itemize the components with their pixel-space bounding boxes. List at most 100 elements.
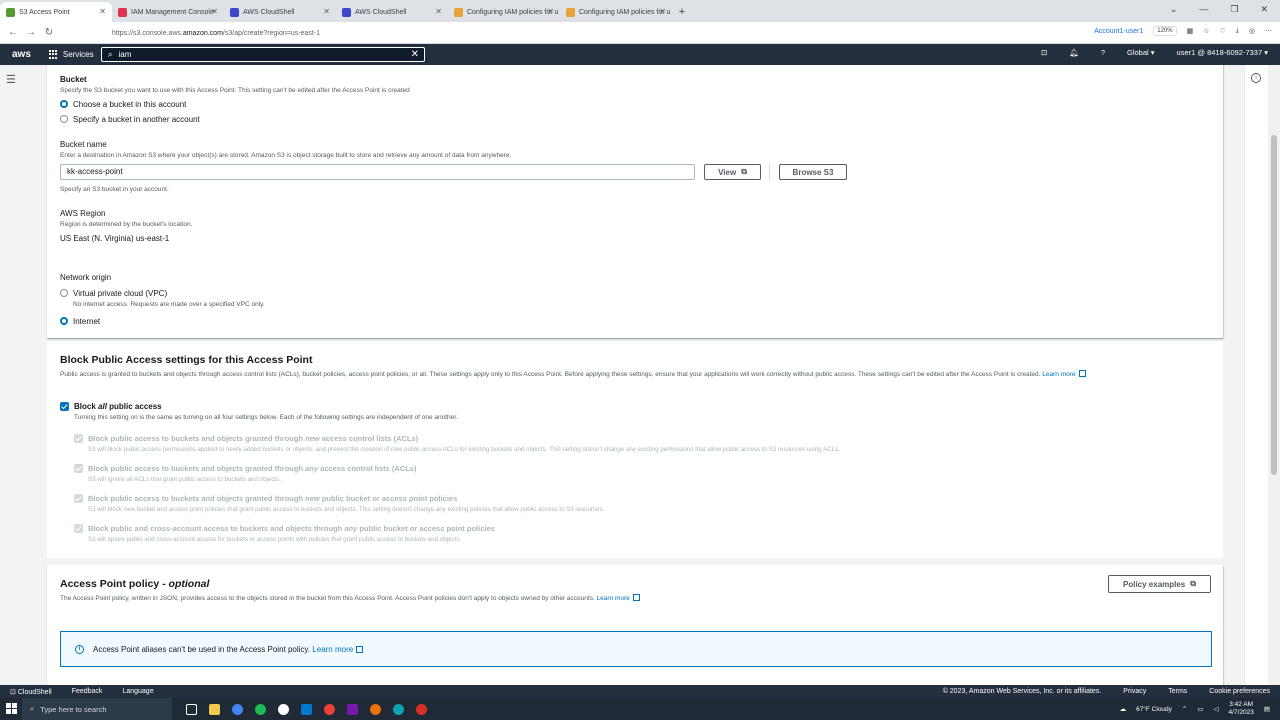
browser-icon[interactable]: [324, 703, 335, 715]
account-pill[interactable]: Account1-user1: [1094, 28, 1143, 35]
notification-center-icon[interactable]: ▤: [1264, 705, 1270, 713]
footer-copyright: © 2023, Amazon Web Services, Inc. or its…: [942, 688, 1102, 695]
active-app-icon[interactable]: [370, 703, 381, 715]
footer-privacy-link[interactable]: Privacy: [1123, 688, 1146, 695]
option-other-account-label[interactable]: Specify a bucket in another account: [73, 115, 200, 124]
more-menu-icon[interactable]: ⋯: [1265, 27, 1272, 35]
block-cross-account-checkbox[interactable]: [74, 524, 83, 533]
browser-tab-cloudshell-2[interactable]: AWS CloudShell ✕: [336, 2, 448, 22]
footer-terms-link[interactable]: Terms: [1168, 688, 1187, 695]
task-view-icon[interactable]: [186, 703, 197, 715]
maximize-icon[interactable]: ❐: [1230, 4, 1238, 15]
account-menu[interactable]: user1 @ 8418-6092-7337 ▾: [1177, 48, 1268, 57]
minimize-icon[interactable]: —: [1199, 4, 1208, 15]
browse-s3-button[interactable]: Browse S3: [779, 164, 847, 180]
downloads-icon[interactable]: ⤓: [1236, 27, 1239, 35]
close-window-icon[interactable]: ✕: [1260, 4, 1268, 15]
browser-tab-s3-access-point[interactable]: S3 Access Point ✕: [0, 2, 112, 22]
block-new-policies-checkbox[interactable]: [74, 494, 83, 503]
file-explorer-icon[interactable]: [209, 703, 220, 715]
weather-icon[interactable]: ☁: [1120, 705, 1127, 713]
setting-post: access control lists (ACLs): [318, 464, 417, 473]
radio-network-vpc[interactable]: [60, 289, 68, 297]
cloudshell-icon[interactable]: ⊡: [1041, 48, 1047, 57]
url-field[interactable]: https://s3.console.aws. amazon.com/s3/ap/…: [112, 25, 1002, 41]
info-panel-icon[interactable]: i: [1251, 73, 1261, 83]
block-new-acls-description: S3 will block public access permissions …: [88, 446, 840, 453]
close-tab-icon[interactable]: ✕: [323, 7, 330, 16]
browser-tab-iam-console[interactable]: IAM Management Console ✕: [112, 2, 224, 22]
internet-option-label[interactable]: Internet: [73, 317, 100, 326]
notifications-bell-icon[interactable]: 🔔︎: [1069, 48, 1079, 57]
external-link-icon: [632, 594, 640, 601]
close-tab-icon[interactable]: ✕: [547, 7, 554, 16]
block-all-public-access-checkbox[interactable]: [60, 402, 69, 411]
block-any-acls-checkbox[interactable]: [74, 464, 83, 473]
policy-learn-more-link[interactable]: Learn more: [597, 595, 630, 602]
radio-specify-bucket-other-account[interactable]: [60, 115, 68, 123]
info-icon: i: [75, 644, 84, 654]
back-icon[interactable]: ←: [4, 27, 22, 38]
tray-chevron-icon[interactable]: ⌃: [1182, 705, 1187, 713]
forward-icon[interactable]: →: [22, 27, 40, 38]
aws-search-input[interactable]: ⌕ iam ✕: [101, 47, 425, 62]
zoom-indicator[interactable]: 120%: [1153, 26, 1177, 36]
taskbar-search-box[interactable]: ⌕ Type here to search: [22, 698, 172, 720]
close-tab-icon[interactable]: ✕: [659, 7, 666, 16]
cloudshell-icon: [230, 7, 239, 17]
close-tab-icon[interactable]: ✕: [99, 7, 106, 16]
onenote-icon[interactable]: [347, 703, 358, 715]
weather-text[interactable]: 67°F Cloudy: [1136, 706, 1172, 713]
profile-icon[interactable]: ◎: [1249, 27, 1255, 35]
new-tab-button[interactable]: +: [672, 6, 692, 18]
clear-search-icon[interactable]: ✕: [411, 49, 419, 60]
github-icon[interactable]: [278, 703, 289, 715]
block-new-acls-checkbox[interactable]: [74, 434, 83, 443]
page-scrollbar[interactable]: [1268, 65, 1280, 685]
favorite-star-icon[interactable]: ☆: [1203, 27, 1209, 35]
external-link-icon: [1078, 370, 1086, 377]
vscode-icon[interactable]: [301, 703, 312, 715]
close-tab-icon[interactable]: ✕: [211, 7, 218, 16]
radio-network-internet[interactable]: [60, 317, 68, 325]
collections-icon[interactable]: ♡: [1220, 27, 1226, 35]
alert-learn-more-link[interactable]: Learn more: [312, 645, 353, 654]
footer-cloudshell-link[interactable]: ⊡ CloudShell: [10, 688, 52, 696]
view-bucket-button[interactable]: View ⧉: [704, 164, 761, 180]
clock[interactable]: 3:42 AM 4/7/2023: [1229, 701, 1254, 717]
help-icon[interactable]: ?: [1101, 48, 1105, 57]
block-all-public-access-label[interactable]: Block all public access: [74, 402, 162, 411]
policy-description-text: The Access Point policy, written in JSON…: [60, 595, 595, 602]
services-menu-button[interactable]: Services: [48, 50, 94, 59]
browser-tab-iam-docs-2[interactable]: Configuring IAM policies for u ✕: [560, 2, 672, 22]
windows-start-icon[interactable]: [6, 703, 17, 714]
bucket-name-input[interactable]: kk-access-point: [60, 164, 695, 180]
footer-language-link[interactable]: Language: [122, 688, 153, 696]
recorder-icon[interactable]: [416, 703, 427, 715]
spotify-icon[interactable]: [255, 703, 266, 715]
browser-tab-cloudshell-1[interactable]: AWS CloudShell ✕: [224, 2, 336, 22]
chrome-icon[interactable]: [232, 703, 243, 715]
footer-feedback-link[interactable]: Feedback: [72, 688, 103, 696]
hamburger-menu-icon[interactable]: ☰: [6, 73, 16, 86]
radio-choose-bucket-this-account[interactable]: [60, 100, 68, 108]
browser-tab-iam-docs-1[interactable]: Configuring IAM policies for u ✕: [448, 2, 560, 22]
region-selector[interactable]: Global ▾: [1127, 48, 1155, 57]
policy-examples-button[interactable]: Policy examples ⧉: [1108, 575, 1211, 593]
edge-icon[interactable]: [393, 703, 404, 715]
network-icon[interactable]: ▭: [1197, 705, 1203, 713]
vpc-option-label[interactable]: Virtual private cloud (VPC): [73, 289, 167, 298]
close-tab-icon[interactable]: ✕: [435, 7, 442, 16]
aws-logo[interactable]: aws: [12, 49, 31, 60]
block-public-learn-more-link[interactable]: Learn more: [1042, 371, 1075, 378]
option-this-account-label[interactable]: Choose a bucket in this account: [73, 100, 186, 109]
policy-title-optional: optional: [168, 578, 210, 590]
footer-cookie-preferences-link[interactable]: Cookie preferences: [1209, 688, 1270, 695]
volume-icon[interactable]: ◁: [1214, 705, 1219, 713]
reload-icon[interactable]: ↻: [40, 27, 58, 38]
setting-em: any: [305, 464, 319, 473]
block-all-pre: Block: [74, 402, 99, 411]
scrollbar-thumb[interactable]: [1271, 135, 1277, 475]
extensions-icon[interactable]: ▦: [1187, 27, 1194, 35]
tab-search-icon[interactable]: ⌄: [1170, 4, 1178, 15]
